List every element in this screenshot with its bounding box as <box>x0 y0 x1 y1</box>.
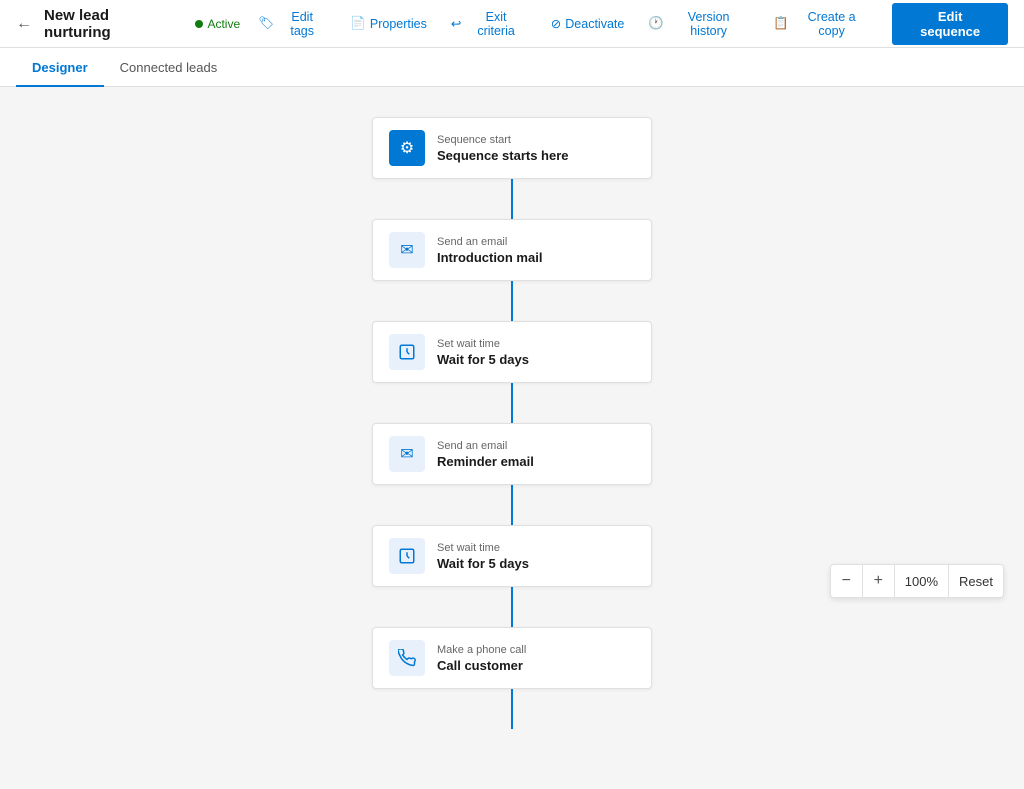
node-email-1-icon: ✉ <box>389 232 425 268</box>
node-start-label: Sequence start <box>437 134 569 146</box>
create-copy-button[interactable]: 📋 Create a copy <box>763 6 880 42</box>
sequence-canvas: ⚙ Sequence start Sequence starts here ✉ … <box>0 87 1024 789</box>
exit-criteria-icon: ↩ <box>451 16 461 31</box>
node-start-icon: ⚙ <box>389 130 425 166</box>
node-email-1-label: Send an email <box>437 236 542 248</box>
node-wait-2-title: Wait for 5 days <box>437 556 529 571</box>
node-email-2[interactable]: ✉ Send an email Reminder email <box>372 423 652 485</box>
node-wait-1-icon <box>389 334 425 370</box>
node-email-2-title: Reminder email <box>437 454 534 469</box>
deactivate-button[interactable]: ⊘ Deactivate <box>541 12 635 35</box>
page-title: New lead nurturing <box>44 7 179 41</box>
tab-connected-leads[interactable]: Connected leads <box>104 48 234 87</box>
connector-5 <box>511 587 513 627</box>
back-button[interactable]: ← <box>16 15 32 33</box>
connector-4 <box>511 485 513 525</box>
zoom-in-button[interactable]: + <box>863 565 895 597</box>
connector-2 <box>511 281 513 321</box>
zoom-in-icon: + <box>874 572 883 590</box>
version-history-button[interactable]: 🕐 Version history <box>638 6 759 42</box>
node-wait-2[interactable]: Set wait time Wait for 5 days <box>372 525 652 587</box>
node-start-title: Sequence starts here <box>437 148 569 163</box>
tabs-bar: Designer Connected leads <box>0 48 1024 87</box>
node-wait-1[interactable]: Set wait time Wait for 5 days <box>372 321 652 383</box>
zoom-out-button[interactable]: − <box>831 565 863 597</box>
status-label: Active <box>207 17 240 31</box>
node-phone-1[interactable]: Make a phone call Call customer <box>372 627 652 689</box>
properties-icon: 📄 <box>350 16 366 31</box>
edit-sequence-button[interactable]: Edit sequence <box>892 3 1008 45</box>
status-dot <box>195 20 203 28</box>
node-wait-1-title: Wait for 5 days <box>437 352 529 367</box>
connector-1 <box>511 179 513 219</box>
node-phone-1-icon <box>389 640 425 676</box>
version-history-icon: 🕐 <box>648 16 664 31</box>
status-badge: Active <box>195 17 240 31</box>
zoom-controls: − + 100% Reset <box>830 564 1004 598</box>
tab-designer[interactable]: Designer <box>16 48 104 87</box>
header-actions: 🏷 Edit tags 📄 Properties ↩ Exit criteria… <box>248 3 1008 45</box>
node-email-2-icon: ✉ <box>389 436 425 472</box>
node-wait-1-label: Set wait time <box>437 338 529 350</box>
node-email-1[interactable]: ✉ Send an email Introduction mail <box>372 219 652 281</box>
edit-tags-button[interactable]: 🏷 Edit tags <box>248 6 336 42</box>
deactivate-icon: ⊘ <box>551 16 561 31</box>
node-phone-1-title: Call customer <box>437 658 526 673</box>
node-email-2-label: Send an email <box>437 440 534 452</box>
node-email-1-title: Introduction mail <box>437 250 542 265</box>
node-wait-2-icon <box>389 538 425 574</box>
create-copy-icon: 📋 <box>773 16 789 31</box>
connector-3 <box>511 383 513 423</box>
node-start[interactable]: ⚙ Sequence start Sequence starts here <box>372 117 652 179</box>
zoom-reset-button[interactable]: Reset <box>949 565 1003 597</box>
node-wait-2-label: Set wait time <box>437 542 529 554</box>
zoom-value: 100% <box>895 565 949 597</box>
exit-criteria-button[interactable]: ↩ Exit criteria <box>441 6 537 42</box>
properties-button[interactable]: 📄 Properties <box>340 12 437 35</box>
node-phone-1-label: Make a phone call <box>437 644 526 656</box>
zoom-out-icon: − <box>842 572 851 590</box>
edit-tags-icon: 🏷 <box>258 16 274 31</box>
sequence-flow: ⚙ Sequence start Sequence starts here ✉ … <box>0 117 1024 729</box>
connector-6 <box>511 689 513 729</box>
header: ← New lead nurturing Active 🏷 Edit tags … <box>0 0 1024 48</box>
